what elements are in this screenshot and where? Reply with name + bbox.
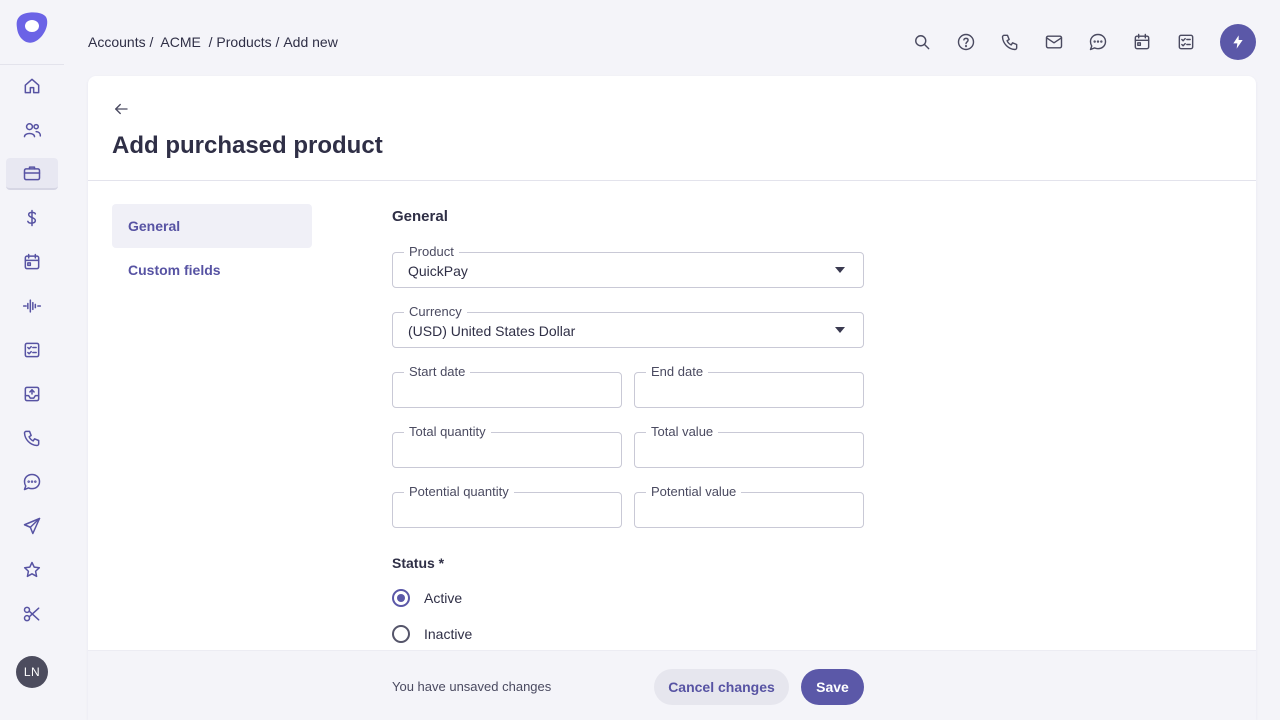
potential-value-field[interactable]: Potential value — [634, 484, 864, 528]
users-icon — [23, 123, 42, 138]
sidebar-item-activity[interactable] — [6, 290, 58, 322]
start-date-field[interactable]: Start date — [392, 364, 622, 408]
activity-icon — [22, 299, 42, 313]
help-button[interactable] — [954, 30, 978, 54]
breadcrumb: Accounts / ACME / Products / Add new — [88, 34, 338, 50]
send-icon — [23, 517, 41, 535]
status-option-label: Inactive — [424, 626, 473, 642]
tasks-button[interactable] — [1174, 30, 1198, 54]
save-button[interactable]: Save — [801, 669, 864, 705]
sidebar-item-calendar[interactable] — [6, 246, 58, 278]
start-date-input[interactable] — [393, 373, 621, 407]
app-logo[interactable] — [12, 10, 52, 46]
product-value: QuickPay — [408, 263, 468, 279]
main-card: Add purchased product General Custom fie… — [88, 76, 1256, 720]
star-icon — [23, 561, 41, 578]
potential-value-input[interactable] — [635, 493, 863, 527]
checklist-icon — [24, 342, 40, 358]
total-value-field[interactable]: Total value — [634, 424, 864, 468]
sidebar-item-favorites[interactable] — [6, 554, 58, 586]
search-button[interactable] — [910, 30, 934, 54]
back-button[interactable] — [112, 100, 132, 120]
sidebar-item-deals[interactable] — [6, 202, 58, 234]
calendar-icon — [24, 253, 40, 270]
total-value-input[interactable] — [635, 433, 863, 467]
sidebar-item-tasks[interactable] — [6, 334, 58, 366]
tab-custom-fields[interactable]: Custom fields — [112, 248, 312, 292]
total-quantity-field[interactable]: Total quantity — [392, 424, 622, 468]
help-icon — [957, 33, 975, 51]
sidebar-item-calls[interactable] — [6, 422, 58, 454]
chat-button[interactable] — [1086, 30, 1110, 54]
product-label: Product — [404, 244, 459, 260]
search-icon — [915, 35, 930, 50]
phone-icon — [1001, 34, 1018, 51]
quick-action-button[interactable] — [1220, 24, 1256, 60]
cancel-changes-button[interactable]: Cancel changes — [654, 669, 789, 705]
currency-label: Currency — [404, 304, 467, 320]
sidebar-item-accounts[interactable] — [6, 158, 58, 190]
briefcase-icon — [23, 166, 41, 181]
inbox-upload-icon — [24, 386, 40, 402]
dollar-icon — [27, 209, 37, 227]
radio-unchecked[interactable] — [392, 625, 410, 643]
home-icon — [24, 78, 40, 94]
sidebar-item-inbox[interactable] — [6, 378, 58, 410]
unsaved-changes-bar: You have unsaved changes Cancel changes … — [88, 650, 1256, 720]
status-label: Status * — [392, 555, 445, 571]
end-date-field[interactable]: End date — [634, 364, 864, 408]
end-date-input[interactable] — [635, 373, 863, 407]
currency-value: (USD) United States Dollar — [408, 323, 576, 339]
mail-button[interactable] — [1042, 30, 1066, 54]
unsaved-changes-text: You have unsaved changes — [392, 679, 552, 694]
breadcrumb-acme[interactable]: ACME — [157, 34, 204, 50]
sidebar: LN — [0, 0, 64, 720]
sidebar-divider — [0, 64, 64, 65]
sidebar-item-chat[interactable] — [6, 466, 58, 498]
tab-general[interactable]: General — [112, 204, 312, 248]
status-option-active[interactable]: Active — [392, 589, 462, 607]
currency-select[interactable]: Currency (USD) United States Dollar — [392, 304, 864, 348]
sidebar-item-tools[interactable] — [6, 598, 58, 630]
scissors-icon — [23, 606, 40, 622]
sidebar-item-sequences[interactable] — [6, 510, 58, 542]
top-toolbar — [910, 30, 1198, 54]
potential-quantity-input[interactable] — [393, 493, 621, 527]
calendar-button[interactable] — [1130, 30, 1154, 54]
potential-quantity-field[interactable]: Potential quantity — [392, 484, 622, 528]
product-select[interactable]: Product QuickPay — [392, 244, 864, 288]
flash-icon — [1233, 35, 1243, 49]
page-title: Add purchased product — [112, 132, 383, 159]
phone-button[interactable] — [998, 30, 1022, 54]
sidebar-item-people[interactable] — [6, 114, 58, 146]
checklist-icon — [1178, 34, 1194, 50]
breadcrumb-accounts[interactable]: Accounts / — [88, 34, 157, 50]
breadcrumb-current: Add new — [283, 34, 338, 50]
chat-icon — [1089, 33, 1107, 51]
total-quantity-input[interactable] — [393, 433, 621, 467]
caret-down-icon — [835, 327, 845, 333]
chat-icon — [23, 473, 41, 491]
arrow-left-icon — [115, 103, 128, 115]
phone-icon — [23, 430, 40, 447]
header-divider — [88, 180, 1256, 181]
section-title: General — [392, 208, 448, 225]
radio-checked[interactable] — [392, 589, 410, 607]
calendar-icon — [1134, 33, 1150, 50]
user-avatar[interactable]: LN — [16, 656, 48, 688]
status-option-label: Active — [424, 590, 463, 606]
status-option-inactive[interactable]: Inactive — [392, 625, 472, 643]
caret-down-icon — [835, 267, 845, 273]
breadcrumb-products[interactable]: / Products / — [205, 34, 284, 50]
mail-icon — [1045, 35, 1063, 49]
sidebar-item-home[interactable] — [6, 70, 58, 102]
